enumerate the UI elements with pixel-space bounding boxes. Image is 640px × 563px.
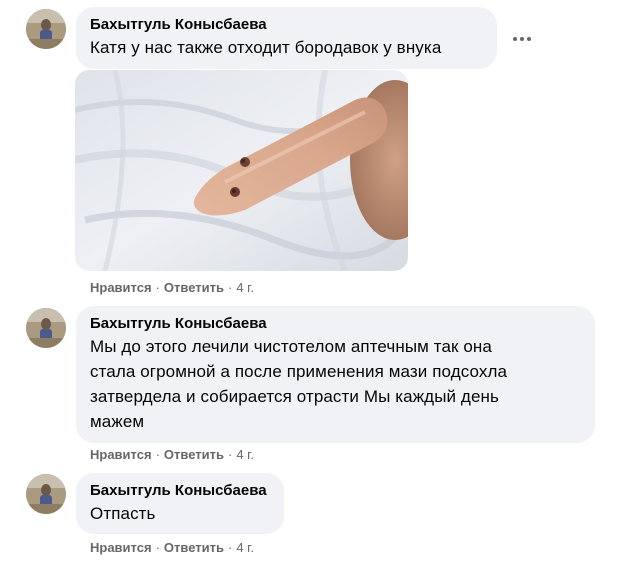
comment-bubble: Бахытгуль Конысбаева Отпасть: [76, 473, 284, 534]
separator: ·: [227, 447, 233, 462]
avatar[interactable]: [26, 9, 66, 49]
comment-text-line: стала огромной а после применения мази п…: [90, 362, 508, 381]
comment-actions: Нравится · Ответить · 4 г.: [90, 280, 254, 296]
comment-author[interactable]: Бахытгуль Конысбаева: [90, 481, 272, 500]
timestamp[interactable]: 4 г.: [236, 280, 254, 295]
comment-text: Отпасть: [90, 504, 156, 523]
like-link[interactable]: Нравится: [90, 447, 152, 462]
avatar[interactable]: [26, 308, 66, 348]
timestamp[interactable]: 4 г.: [236, 540, 254, 555]
reply-link[interactable]: Ответить: [164, 540, 224, 555]
comment-text: Катя у нас также отходит бородавок у вну…: [90, 38, 442, 57]
comment-actions: Нравится · Ответить · 4 г.: [90, 447, 254, 463]
separator: ·: [227, 280, 233, 295]
timestamp[interactable]: 4 г.: [236, 447, 254, 462]
comment-text-line: мажем: [90, 412, 145, 431]
separator: ·: [227, 540, 233, 555]
like-link[interactable]: Нравится: [90, 540, 152, 555]
more-options-button[interactable]: [505, 24, 539, 54]
comment-bubble: Бахытгуль Конысбаева Мы до этого лечили …: [76, 306, 595, 443]
comment-photo[interactable]: [75, 70, 408, 271]
comment-text-line: затвердела и собирается отрасти Мы кажды…: [90, 387, 499, 406]
comment-actions: Нравится · Ответить · 4 г.: [90, 540, 254, 556]
separator: ·: [155, 540, 160, 555]
avatar[interactable]: [26, 474, 66, 514]
separator: ·: [155, 280, 160, 295]
comment-author[interactable]: Бахытгуль Конысбаева: [90, 314, 583, 333]
more-options-icon: [513, 37, 517, 41]
reply-link[interactable]: Ответить: [164, 447, 224, 462]
comment-bubble: Бахытгуль Конысбаева Катя у нас также от…: [76, 7, 497, 69]
photo-image: [75, 70, 408, 271]
comment-text-line: Мы до этого лечили чистотелом аптечным т…: [90, 337, 492, 356]
reply-link[interactable]: Ответить: [164, 280, 224, 295]
like-link[interactable]: Нравится: [90, 280, 152, 295]
comment-author[interactable]: Бахытгуль Конысбаева: [90, 15, 485, 34]
separator: ·: [155, 447, 160, 462]
